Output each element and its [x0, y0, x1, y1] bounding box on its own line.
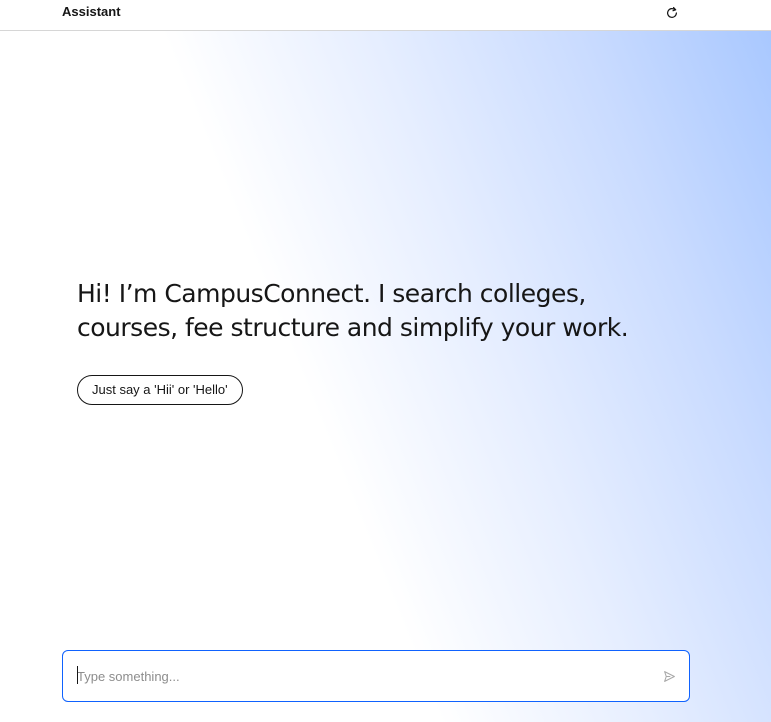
text-cursor: [77, 666, 78, 684]
send-icon: [663, 670, 675, 682]
header-title: Assistant: [62, 4, 121, 19]
send-button[interactable]: [661, 668, 677, 684]
header-bar: Assistant: [0, 0, 771, 31]
message-composer: [62, 650, 690, 702]
welcome-message: Hi! I’m CampusConnect. I search colleges…: [77, 279, 629, 342]
assistant-app: Assistant Hi! I’m CampusConnect. I searc…: [0, 0, 771, 722]
chat-panel: Hi! I’m CampusConnect. I search colleges…: [0, 31, 771, 722]
message-input[interactable]: [77, 665, 637, 687]
refresh-icon: [667, 6, 677, 18]
refresh-button[interactable]: [663, 4, 681, 22]
suggestion-chip[interactable]: Just say a 'Hii' or 'Hello': [77, 375, 243, 405]
